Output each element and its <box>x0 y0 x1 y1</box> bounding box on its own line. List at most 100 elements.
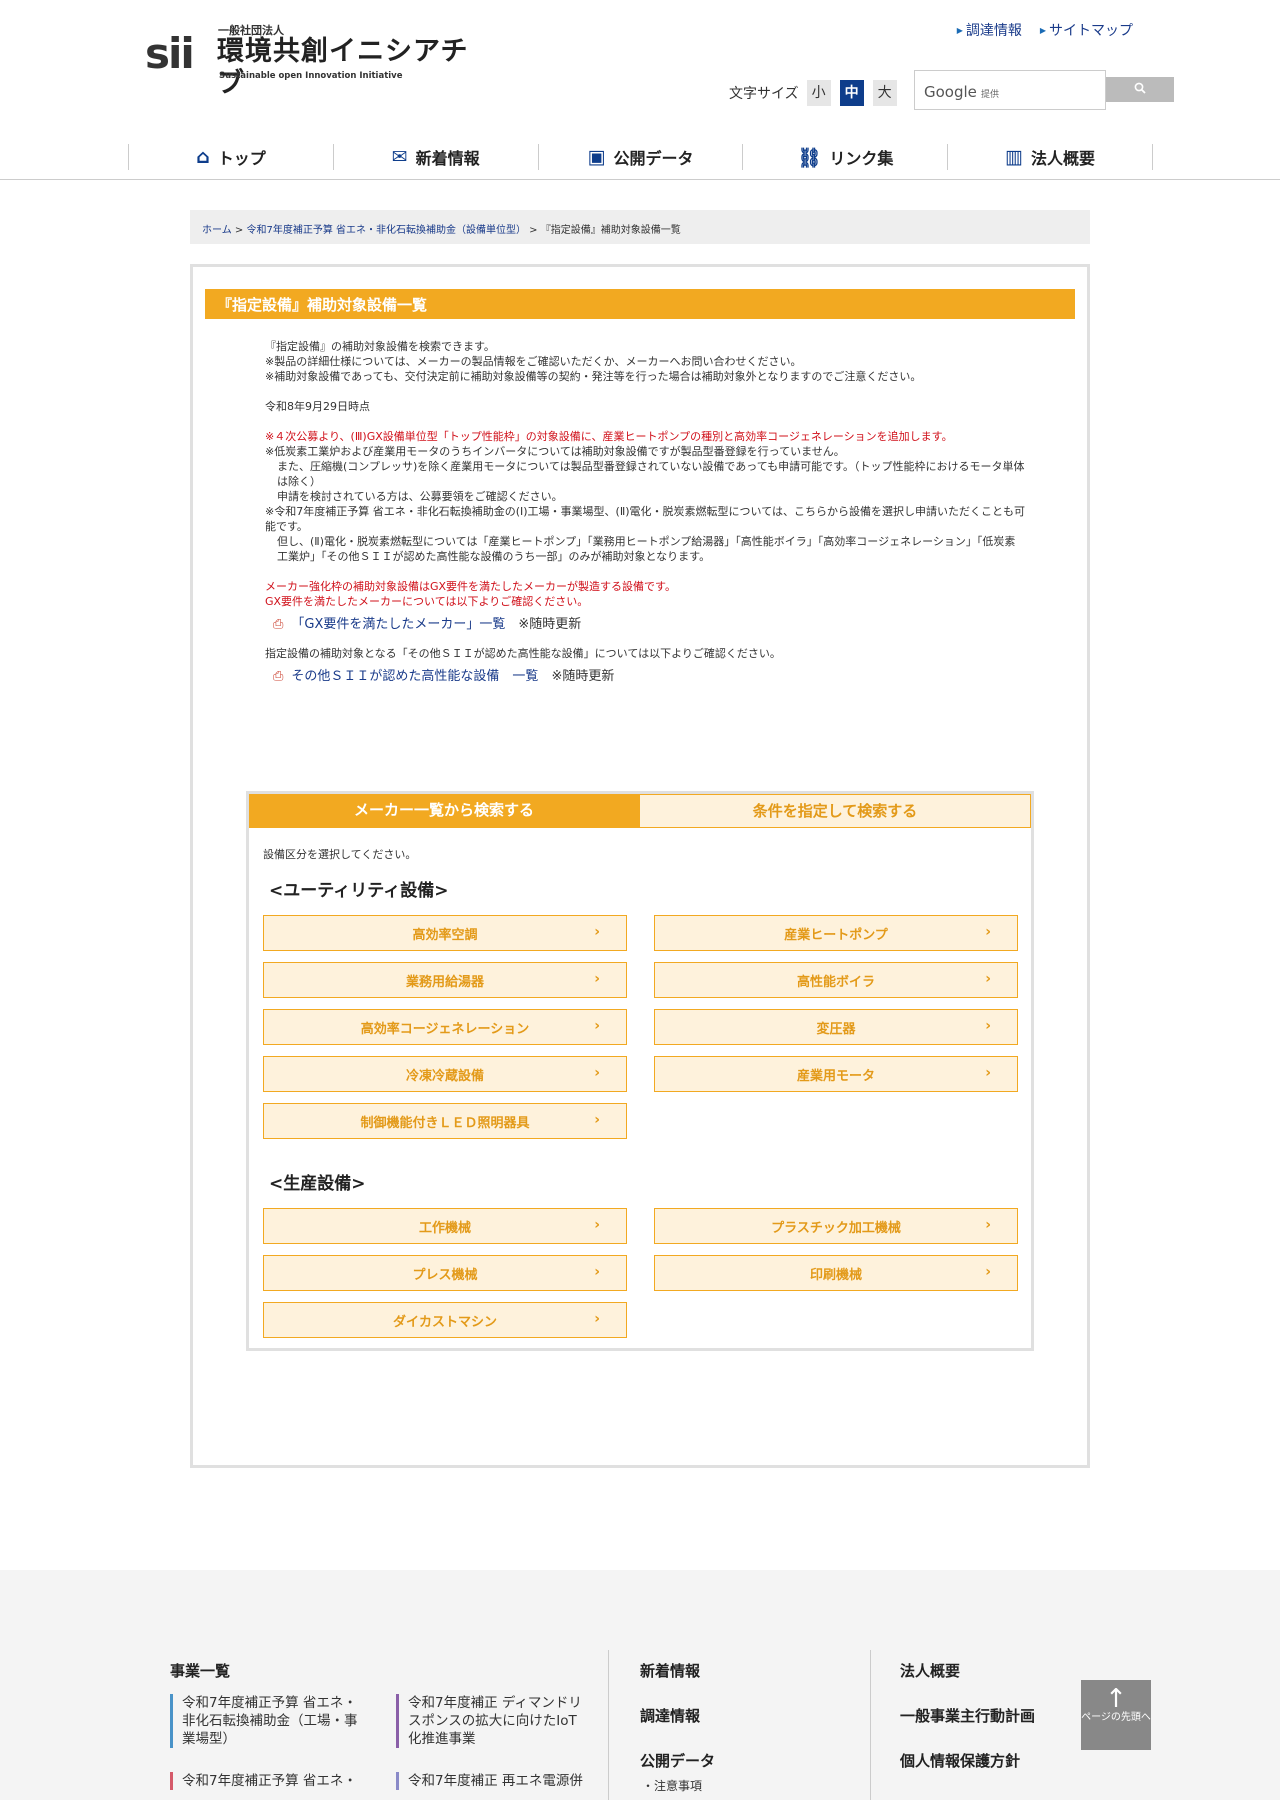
main-content: 『指定設備』補助対象設備一覧 『指定設備』の補助対象設備を検索できます。 ※製品… <box>190 264 1090 1468</box>
category-button[interactable]: 高効率空調 › <box>263 915 627 951</box>
top-links: 調達情報 サイトマップ <box>957 20 1133 40</box>
font-size-medium[interactable]: 中 <box>839 80 864 106</box>
chevron-right-icon: › <box>985 971 991 987</box>
category-label: 高性能ボイラ <box>796 974 875 990</box>
footer-sublink[interactable]: ・注意事項 <box>640 1777 715 1794</box>
category-label: ダイカストマシン <box>392 1314 497 1330</box>
site-header: sii 一般社団法人 環境共創イニシアチブ Sustainable open I… <box>0 0 1280 180</box>
footer-project-link[interactable]: 令和7年度補正予算 省エネ・ <box>170 1772 360 1790</box>
category-label: 工作機械 <box>418 1220 471 1236</box>
site-logo[interactable]: sii 一般社団法人 環境共創イニシアチブ Sustainable open I… <box>145 22 495 99</box>
group-utility-title: <ユーティリティ設備> <box>269 881 449 901</box>
chevron-right-icon: › <box>985 1264 991 1280</box>
search-instruction: 設備区分を選択してください。 <box>263 848 417 861</box>
logo-mark: sii <box>145 29 195 78</box>
category-button[interactable]: 工作機械 › <box>263 1208 627 1244</box>
logo-name: 環境共創イニシアチブ <box>217 36 469 99</box>
search-button[interactable] <box>1106 77 1174 102</box>
category-label: 高効率コージェネレーション <box>360 1021 530 1037</box>
search-tabs: メーカー一覧から検索する 条件を指定して検索する <box>249 794 1031 828</box>
category-button[interactable]: 産業用モータ › <box>654 1056 1018 1092</box>
footer-link[interactable]: 法人概要 <box>900 1660 1035 1681</box>
footer-project-link[interactable]: 令和7年度補正 ディマンドリスポンスの拡大に向けたIoT化推進事業 <box>396 1694 586 1748</box>
category-button[interactable]: 制御機能付きＬＥＤ照明器具 › <box>263 1103 627 1139</box>
sitemap-link[interactable]: サイトマップ <box>1040 20 1133 40</box>
link-icon: ⛓ <box>797 146 822 169</box>
tab-maker-list[interactable]: メーカー一覧から検索する <box>249 794 639 828</box>
category-button[interactable]: 印刷機械 › <box>654 1255 1018 1291</box>
footer-link[interactable]: 一般事業主行動計画 <box>900 1705 1035 1726</box>
nav-corporate-label: 法人概要 <box>1031 149 1096 168</box>
pdf-icon: ⎙ <box>273 617 284 632</box>
nav-data-label: 公開データ <box>613 149 694 168</box>
nav-corporate[interactable]: ▥ 法人概要 <box>947 144 1153 170</box>
footer-corporate: 法人概要 一般事業主行動計画 個人情報保護方針 <box>900 1660 1035 1795</box>
building-icon: ▥ <box>1005 146 1024 168</box>
footer-link[interactable]: 調達情報 <box>640 1705 715 1726</box>
footer-link[interactable]: 個人情報保護方針 <box>900 1750 1035 1771</box>
intro-line: ※製品の詳細仕様については、メーカーの製品情報をご確認いただくか、メーカーへお問… <box>265 355 802 368</box>
footer-divider <box>608 1650 609 1800</box>
logo-en: Sustainable open Innovation Initiative <box>219 71 403 81</box>
footer-project-link[interactable]: 令和7年度補正予算 省エネ・非化石転換補助金（工場・事業場型） <box>170 1694 360 1748</box>
nav-top[interactable]: ⌂ トップ <box>128 144 333 170</box>
search-brand: Google <box>924 83 977 101</box>
pdf-link-row: ⎙ その他ＳＩＩが認めた高性能な設備 一覧 ※随時更新 <box>273 669 1025 684</box>
back-to-top-label: ページの先頭へ <box>1081 1712 1151 1723</box>
font-size-small[interactable]: 小 <box>806 80 831 106</box>
category-button[interactable]: プレス機械 › <box>263 1255 627 1291</box>
note-line: また、圧縮機(コンプレッサ)を除く産業用モータについては製品型番登録されていない… <box>277 460 1025 488</box>
pdf-note: ※随時更新 <box>551 669 615 684</box>
procurement-link[interactable]: 調達情報 <box>957 20 1022 40</box>
intro-line: 指定設備の補助対象となる「その他ＳＩＩが認めた高性能な設備」については以下よりご… <box>265 647 781 660</box>
category-button[interactable]: 冷凍冷蔵設備 › <box>263 1056 627 1092</box>
tab-conditions[interactable]: 条件を指定して検索する <box>639 794 1031 828</box>
footer-link[interactable]: 公開データ <box>640 1750 715 1771</box>
sii-equipment-pdf-link[interactable]: その他ＳＩＩが認めた高性能な設備 一覧 <box>291 669 538 684</box>
category-button[interactable]: 産業ヒートポンプ › <box>654 915 1018 951</box>
category-button[interactable]: 変圧器 › <box>654 1009 1018 1045</box>
monitor-icon: ▣ <box>587 146 606 168</box>
pdf-icon: ⎙ <box>273 669 284 684</box>
search-input[interactable]: Google 提供 <box>914 70 1106 110</box>
utility-buttons: 高効率空調 › 産業ヒートポンプ › 業務用給湯器 › 高性能ボイラ › 高効率コージェ… <box>263 915 1018 1139</box>
category-label: 業務用給湯器 <box>405 974 484 990</box>
gx-maker-pdf-link[interactable]: 「GX要件を満たしたメーカー」一覧 <box>291 617 505 632</box>
search-panel: メーカー一覧から検索する 条件を指定して検索する 設備区分を選択してください。 … <box>246 791 1034 1351</box>
font-size-label: 文字サイズ <box>729 86 799 102</box>
breadcrumb-program[interactable]: 令和7年度補正予算 省エネ・非化石転換補助金（設備単位型） <box>246 225 526 236</box>
footer-link[interactable]: 新着情報 <box>640 1660 715 1681</box>
category-button[interactable]: 高性能ボイラ › <box>654 962 1018 998</box>
nav-news[interactable]: ✉ 新着情報 <box>332 144 538 170</box>
breadcrumb-current: 『指定設備』補助対象設備一覧 <box>540 225 681 236</box>
nav-links[interactable]: ⛓ リンク集 <box>742 144 947 170</box>
category-label: プラスチック加工機械 <box>771 1220 901 1236</box>
notice-red: GX要件を満たしたメーカーについては以下よりご確認ください。 <box>265 595 589 608</box>
home-icon: ⌂ <box>196 146 210 168</box>
back-to-top-button[interactable]: ↑ ページの先頭へ <box>1081 1680 1151 1750</box>
breadcrumb: ホーム > 令和7年度補正予算 省エネ・非化石転換補助金（設備単位型） > 『指… <box>190 210 1090 244</box>
font-size-large[interactable]: 大 <box>872 80 897 106</box>
chevron-right-icon: › <box>594 1018 600 1034</box>
category-label: 制御機能付きＬＥＤ照明器具 <box>360 1115 530 1131</box>
as-of-date: 令和8年9月29日時点 <box>265 400 370 413</box>
nav-news-label: 新着情報 <box>415 149 480 168</box>
chevron-right-icon: › <box>594 1217 600 1233</box>
nav-links-label: リンク集 <box>829 149 894 168</box>
chevron-right-icon: › <box>985 1217 991 1233</box>
category-button[interactable]: プラスチック加工機械 › <box>654 1208 1018 1244</box>
nav-data[interactable]: ▣ 公開データ <box>537 144 743 170</box>
group-production-title: <生産設備> <box>269 1174 366 1194</box>
breadcrumb-home[interactable]: ホーム <box>202 225 232 236</box>
category-button[interactable]: ダイカストマシン › <box>263 1302 627 1338</box>
category-label: 印刷機械 <box>809 1267 862 1283</box>
intro-line: 『指定設備』の補助対象設備を検索できます。 <box>265 340 495 353</box>
category-button[interactable]: 高効率コージェネレーション › <box>263 1009 627 1045</box>
category-label: 高効率空調 <box>412 927 478 943</box>
notice-red: メーカー強化枠の補助対象設備はGX要件を満たしたメーカーが製造する設備です。 <box>265 580 676 593</box>
notice-red: ※４次公募より、(Ⅲ)GX設備単位型「トップ性能枠」の対象設備に、産業ヒートポン… <box>265 430 953 443</box>
category-label: プレス機械 <box>412 1267 478 1283</box>
footer-project-link[interactable]: 令和7年度補正 再エネ電源併 <box>396 1772 586 1790</box>
category-button[interactable]: 業務用給湯器 › <box>263 962 627 998</box>
footer-columns: 事業一覧 令和7年度補正予算 省エネ・非化石転換補助金（工場・事業場型） 令和7… <box>170 1650 1070 1800</box>
